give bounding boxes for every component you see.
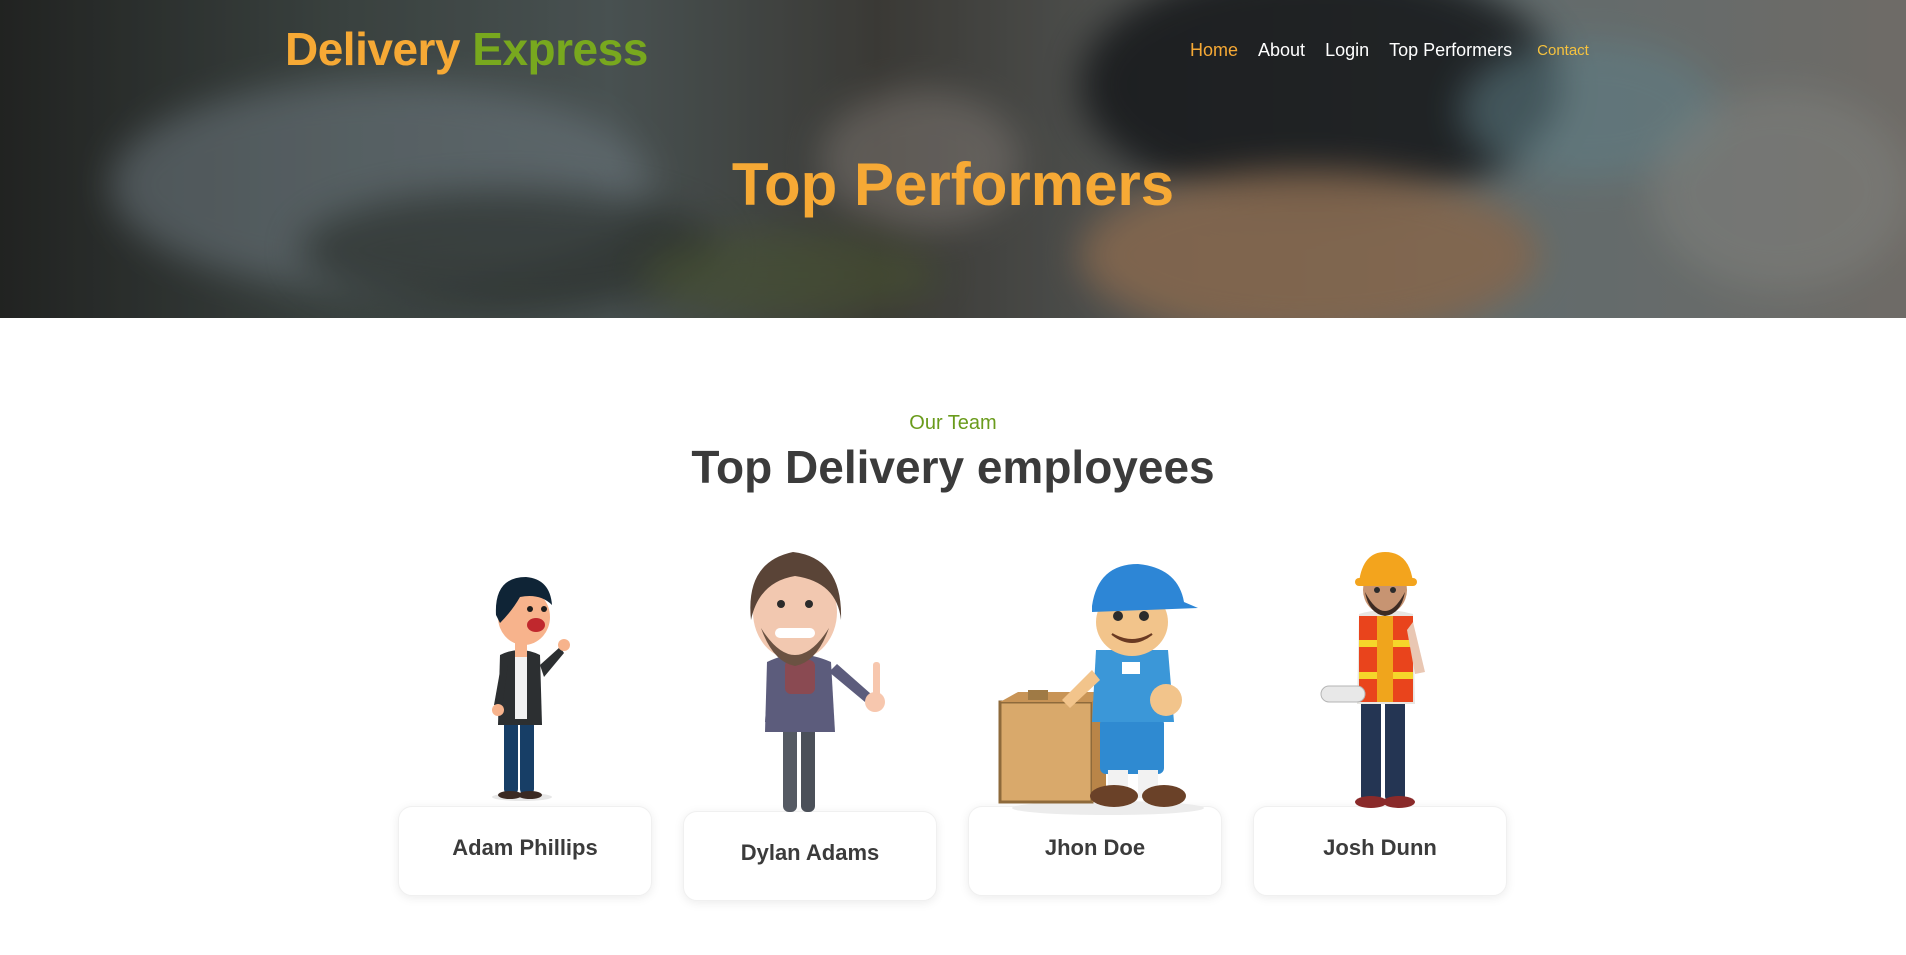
team-card[interactable]: Dylan Adams bbox=[683, 811, 937, 901]
nav-link-home[interactable]: Home bbox=[1190, 40, 1238, 61]
hero-banner: Delivery Express Home About Login Top Pe… bbox=[0, 0, 1906, 318]
cartoon-construction-worker-avatar bbox=[1320, 552, 1425, 808]
team-member-name: Adam Phillips bbox=[452, 835, 598, 860]
team-card[interactable]: Adam Phillips bbox=[398, 806, 652, 896]
team-member-name: Josh Dunn bbox=[1323, 835, 1437, 860]
team-member-name: Jhon Doe bbox=[1044, 835, 1146, 860]
main-nav: Home About Login Top Performers Contact bbox=[1190, 40, 1609, 61]
nav-link-login[interactable]: Login bbox=[1325, 40, 1369, 61]
team-card[interactable]: Josh Dunn bbox=[1253, 806, 1507, 896]
page-title: Top Performers bbox=[731, 151, 1175, 218]
cartoon-delivery-man-avatar bbox=[998, 564, 1204, 815]
cartoon-bearded-man-avatar bbox=[750, 552, 885, 812]
brand-word-express: Express bbox=[472, 23, 648, 75]
brand-logo[interactable]: Delivery Express bbox=[285, 22, 648, 76]
cartoon-man-waving-avatar bbox=[492, 577, 570, 801]
nav-link-top-performers[interactable]: Top Performers bbox=[1389, 40, 1512, 61]
nav-link-contact[interactable]: Contact bbox=[1537, 42, 1589, 61]
section-eyebrow: Our Team bbox=[909, 412, 997, 434]
team-member-name: Dylan Adams bbox=[740, 840, 880, 865]
nav-link-about[interactable]: About bbox=[1258, 40, 1305, 61]
brand-word-delivery: Delivery bbox=[285, 23, 461, 75]
team-card[interactable]: Jhon Doe bbox=[968, 806, 1222, 896]
section-title: Top Delivery employees bbox=[691, 441, 1215, 493]
